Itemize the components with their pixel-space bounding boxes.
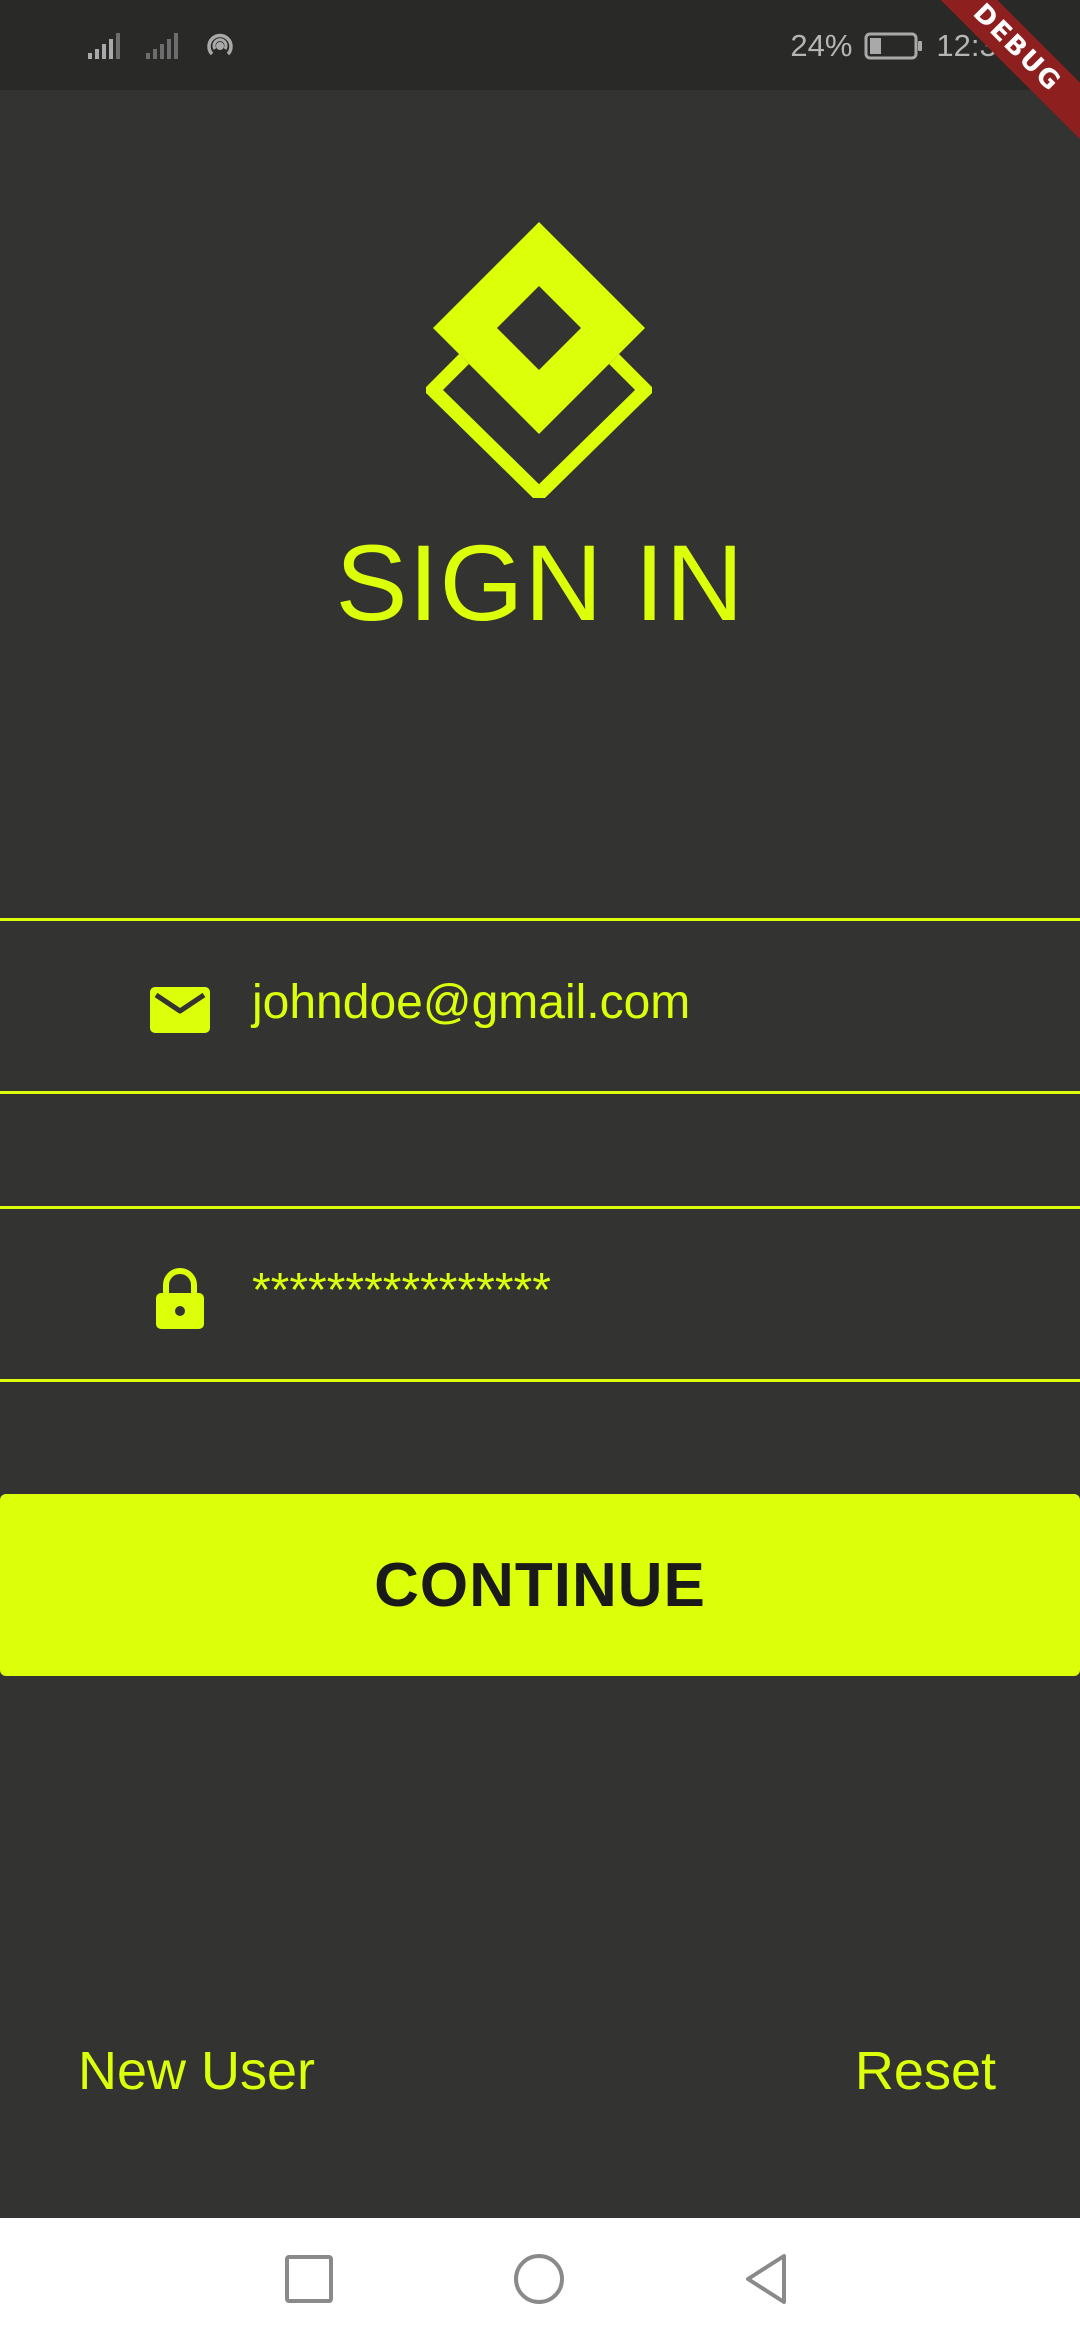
battery-icon [864,32,923,60]
password-value[interactable]: **************** [252,1263,551,1318]
new-user-link[interactable]: New User [78,2040,315,2102]
signal-icon [88,33,120,59]
mail-icon [150,987,210,1033]
page-title: SIGN IN [335,522,745,643]
email-field[interactable]: johndoe@gmail.com [0,918,1080,1094]
home-icon[interactable] [508,2248,570,2310]
system-nav-bar [0,2218,1080,2340]
status-left-icons [86,24,238,68]
reset-link[interactable]: Reset [855,2040,996,2102]
recent-apps-icon[interactable] [278,2248,340,2310]
continue-button[interactable]: CONTINUE [0,1494,1080,1676]
hotspot-icon [207,33,233,56]
sign-in-screen: 24% 12:34 DEBUG SIGN IN johndoe@gmail.co… [0,0,1080,2340]
password-field[interactable]: **************** [0,1206,1080,1382]
back-icon[interactable] [736,2248,798,2310]
app-logo-icon [426,222,652,498]
battery-percent: 24% [790,28,853,63]
signal-icon-secondary [146,33,178,59]
debug-banner: DEBUG [914,0,1080,151]
email-value[interactable]: johndoe@gmail.com [252,975,690,1030]
lock-icon [156,1268,204,1329]
status-bar: 24% 12:34 DEBUG [0,0,1080,151]
